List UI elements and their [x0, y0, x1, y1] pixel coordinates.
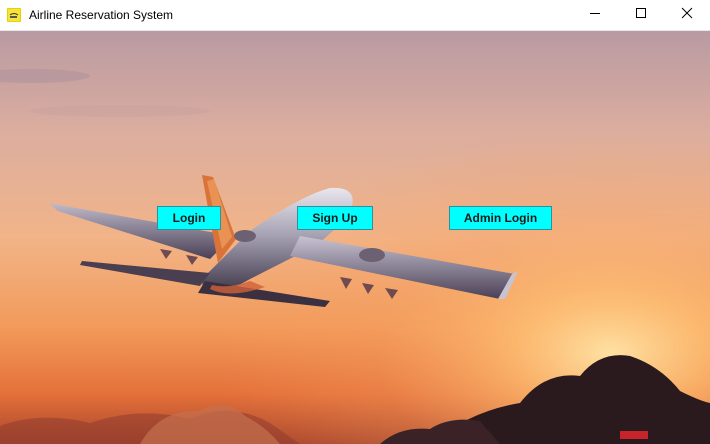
maximize-icon [635, 6, 647, 24]
login-button[interactable]: Login [157, 206, 221, 230]
sign-up-button[interactable]: Sign Up [297, 206, 373, 230]
admin-login-button[interactable]: Admin Login [449, 206, 552, 230]
close-icon [681, 6, 693, 24]
app-window: Airline Reservation System Login Sign Up… [0, 0, 710, 444]
maximize-button[interactable] [618, 0, 664, 30]
title-bar[interactable]: Airline Reservation System [0, 0, 710, 31]
minimize-icon [589, 6, 601, 24]
minimize-button[interactable] [572, 0, 618, 30]
airplane-sunset-background [0, 31, 710, 444]
close-button[interactable] [664, 0, 710, 30]
main-content: Login Sign Up Admin Login [0, 31, 710, 444]
window-title: Airline Reservation System [29, 8, 174, 22]
java-cup-icon [7, 8, 21, 22]
